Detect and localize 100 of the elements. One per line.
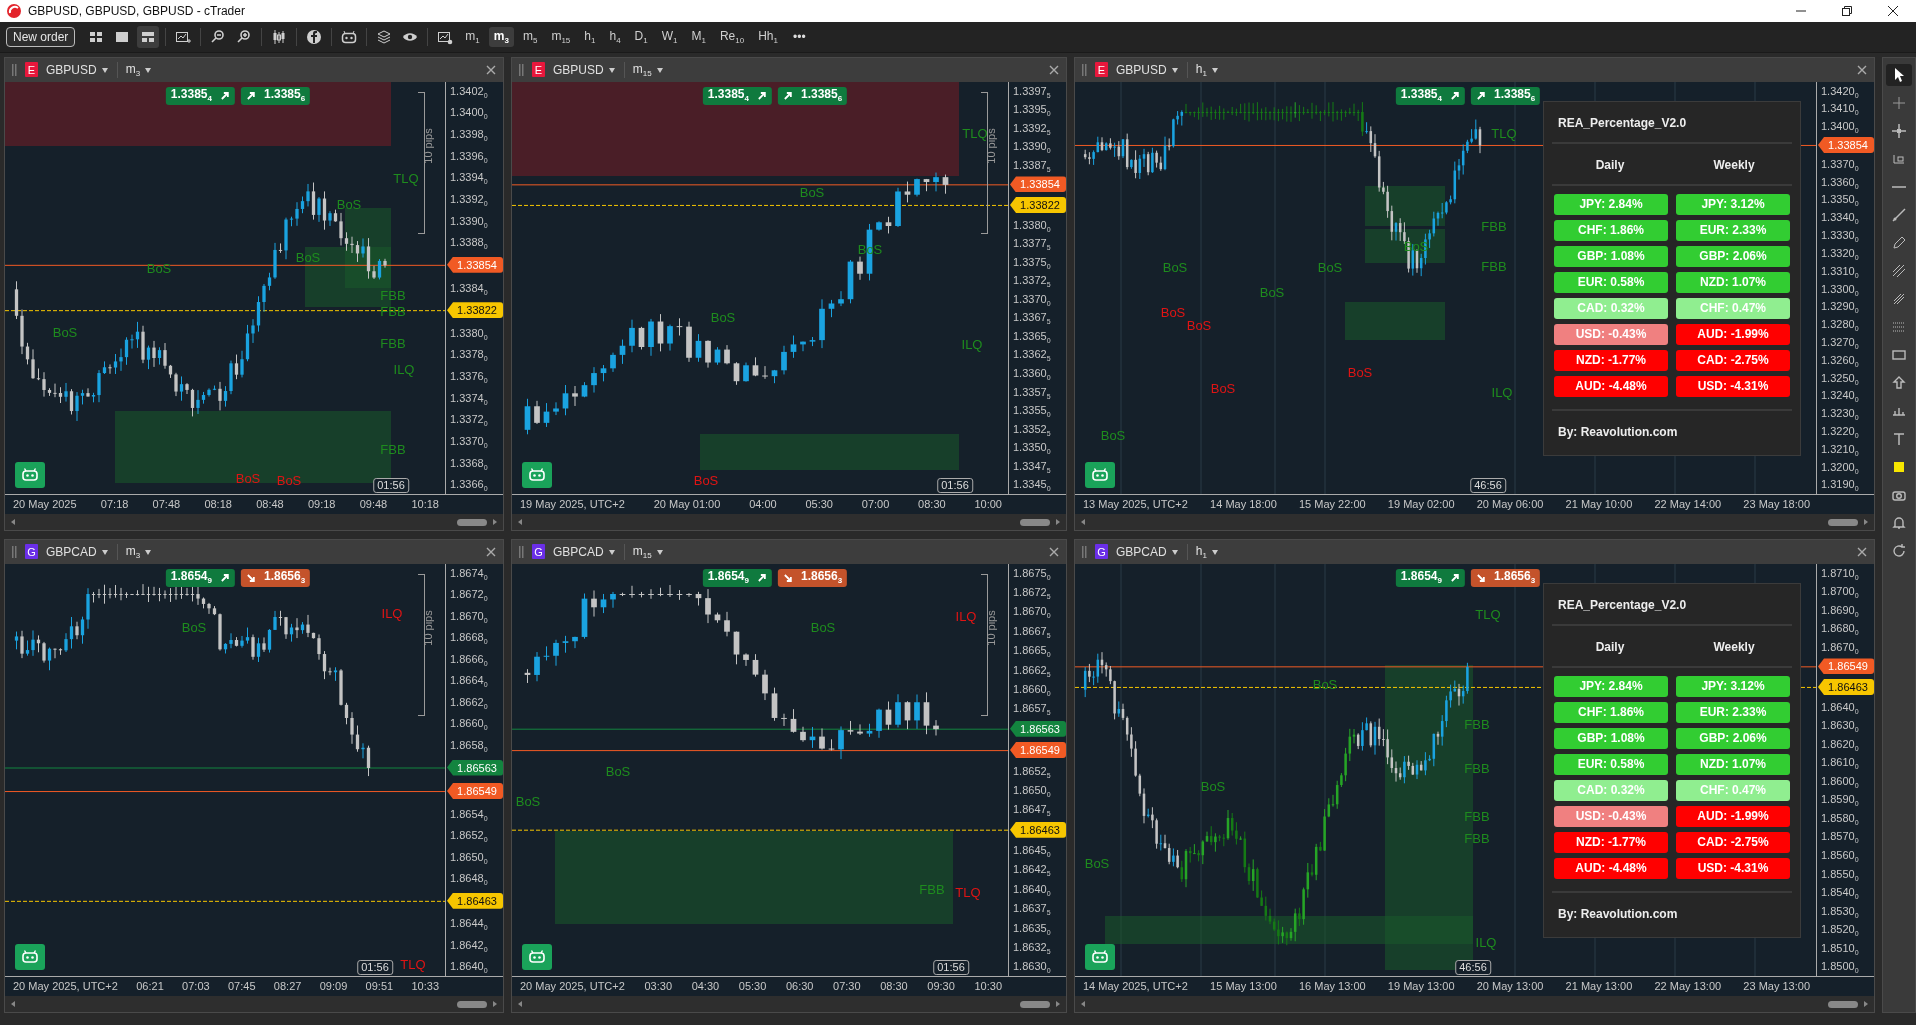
- axis-tick-label: 1.3360$_{0}$: [1820, 174, 1860, 189]
- timeframe-label[interactable]: m$_{15}$: [632, 543, 652, 560]
- annotation-label: BoS: [295, 249, 321, 265]
- timeframe-button[interactable]: m$_{5}$: [517, 26, 543, 48]
- timeframe-button[interactable]: m$_{3}$: [488, 26, 514, 48]
- panel-title: REA_Percentage_V2.0: [1552, 101, 1792, 144]
- axis-tick-label: 1.3400$_{0}$: [1820, 119, 1860, 134]
- axis-tick-label: 1.3368$_{0}$: [449, 455, 489, 470]
- sell-price-button[interactable]: 1.8654$_{9}$: [165, 568, 235, 587]
- axis-tick-label: 07:03: [182, 980, 210, 993]
- axis-tick-label: 05:30: [805, 498, 833, 511]
- timeframe-button[interactable]: D$_{1}$: [629, 26, 653, 48]
- percentage-cell: AUD: -4.48%: [1554, 375, 1668, 397]
- percentage-cell: NZD: -1.77%: [1554, 831, 1668, 853]
- axis-tick-label: 06:21: [136, 980, 164, 993]
- symbol-badge: E: [1095, 62, 1108, 78]
- axis-tick-label: 1.3347$_{5}$: [1012, 458, 1052, 473]
- axis-tick-label: 1.3370$_{0}$: [449, 434, 489, 449]
- timeframe-button[interactable]: m$_{15}$: [546, 26, 576, 48]
- price-tag: 1.86463: [1010, 821, 1066, 838]
- timeframe-label[interactable]: m$_{15}$: [632, 61, 652, 78]
- axis-tick-label: 1.3250$_{0}$: [1820, 370, 1860, 385]
- column-header: Weekly: [1712, 156, 1756, 174]
- symbol-name[interactable]: GBPCAD: [46, 544, 97, 559]
- candle-timer: 01:56: [933, 959, 969, 975]
- axis-tick-label: 1.8665$_{0}$: [1012, 643, 1052, 658]
- symbol-name[interactable]: GBPCAD: [553, 544, 604, 559]
- axis-tick-label: 08:27: [273, 980, 302, 993]
- axis-tick-label: 1.3367$_{5}$: [1012, 310, 1052, 325]
- axis-tick-label: 1.3395$_{0}$: [1012, 102, 1052, 117]
- symbol-name[interactable]: GBPUSD: [1116, 62, 1167, 77]
- timeframe-button[interactable]: W$_{1}$: [656, 26, 683, 48]
- axis-tick-label: 1.8550$_{0}$: [1820, 866, 1860, 881]
- percentage-cell: AUD: -4.48%: [1554, 857, 1668, 879]
- axis-tick-label: 1.3280$_{0}$: [1820, 317, 1860, 332]
- axis-tick-label: 1.3390$_{0}$: [1012, 139, 1052, 154]
- axis-tick-label: 1.3400$_{0}$: [449, 105, 489, 120]
- buy-price-button[interactable]: 1.8656$_{3}$: [241, 568, 311, 587]
- symbol-name[interactable]: GBPUSD: [46, 62, 97, 77]
- timeframe-button[interactable]: h$_{4}$: [604, 26, 626, 48]
- annotation-label: BoS: [1347, 364, 1373, 380]
- axis-tick-label: 1.3398$_{0}$: [449, 126, 489, 141]
- axis-tick-label: 08:18: [204, 498, 232, 511]
- axis-tick-label: 1.8710$_{0}$: [1820, 565, 1860, 580]
- percentage-cell: CAD: 0.32%: [1554, 779, 1668, 801]
- axis-tick-label: 1.8648$_{0}$: [449, 871, 489, 886]
- axis-tick-label: 1.8650$_{0}$: [1012, 782, 1052, 797]
- axis-tick-label: 1.3420$_{0}$: [1820, 83, 1860, 98]
- percentage-cell: USD: -4.31%: [1676, 375, 1790, 397]
- sell-price-button[interactable]: 1.3385$_{4}$: [1395, 86, 1465, 105]
- buy-price-button[interactable]: 1.8656$_{3}$: [778, 568, 848, 587]
- sell-price-button[interactable]: 1.8654$_{9}$: [702, 568, 772, 587]
- buy-price-button[interactable]: 1.8656$_{3}$: [1471, 568, 1541, 587]
- buy-price-button[interactable]: 1.3385$_{6}$: [1471, 86, 1541, 105]
- panel-footer: By: Reavolution.com: [1552, 892, 1792, 937]
- axis-tick-label: 1.3340$_{0}$: [1820, 210, 1860, 225]
- percentage-cell: JPY: 2.84%: [1554, 675, 1668, 697]
- timeframe-label[interactable]: m$_{3}$: [125, 61, 141, 78]
- axis-tick-label: 1.8680$_{0}$: [1820, 621, 1860, 636]
- timeframe-button[interactable]: Hh$_{1}$: [753, 26, 783, 48]
- axis-tick-label: 1.8520$_{0}$: [1820, 922, 1860, 937]
- percentage-cell: EUR: 0.58%: [1554, 271, 1668, 293]
- timeframe-button[interactable]: m$_{1}$: [460, 26, 485, 48]
- axis-tick-label: 1.3350$_{0}$: [1820, 192, 1860, 207]
- symbol-name[interactable]: GBPUSD: [553, 62, 604, 77]
- axis-tick-label: 14 May 2025, UTC+2: [1083, 980, 1188, 993]
- column-header: Daily: [1594, 156, 1626, 174]
- axis-tick-label: 1.8657$_{5}$: [1012, 701, 1052, 716]
- timeframe-button[interactable]: Re$_{10}$: [714, 26, 750, 48]
- axis-tick-label: 1.3387$_{5}$: [1012, 157, 1052, 172]
- annotation-label: ILQ: [955, 608, 977, 624]
- more-button[interactable]: •••: [793, 30, 806, 44]
- axis-tick-label: 1.8540$_{0}$: [1820, 885, 1860, 900]
- annotation-label: TLQ: [1491, 125, 1517, 141]
- axis-tick-label: 1.3388$_{0}$: [449, 235, 489, 250]
- timeframe-label[interactable]: h$_{1}$: [1195, 61, 1207, 78]
- axis-tick-label: 19 May 13:00: [1387, 980, 1455, 993]
- axis-tick-label: 1.8690$_{0}$: [1820, 602, 1860, 617]
- percentage-cell: EUR: 2.33%: [1676, 219, 1790, 241]
- annotation-label: BoS: [181, 619, 207, 635]
- axis-tick-label: 04:00: [749, 498, 777, 511]
- timeframe-label[interactable]: m$_{3}$: [125, 543, 141, 560]
- new-order-button[interactable]: New order: [6, 27, 76, 47]
- percentage-cell: AUD: -1.99%: [1676, 805, 1790, 827]
- symbol-name[interactable]: GBPCAD: [1116, 544, 1167, 559]
- sell-price-button[interactable]: 1.8654$_{9}$: [1395, 568, 1465, 587]
- timeframe-button[interactable]: M$_{1}$: [686, 26, 711, 48]
- axis-tick-label: 1.8666$_{0}$: [449, 651, 489, 666]
- annotation-label: FBB: [380, 287, 406, 303]
- timeframe-button[interactable]: h$_{1}$: [579, 26, 601, 48]
- axis-tick-label: 1.8670$_{0}$: [1012, 604, 1052, 619]
- axis-tick-label: 23 May 13:00: [1743, 980, 1810, 993]
- price-tag: 1.86463: [1818, 678, 1874, 695]
- timeframe-label[interactable]: h$_{1}$: [1195, 543, 1207, 560]
- axis-tick-label: 06:30: [785, 980, 814, 993]
- axis-tick-label: 1.8664$_{0}$: [449, 673, 489, 688]
- percentage-cell: GBP: 1.08%: [1554, 245, 1668, 267]
- percentage-cell: AUD: -1.99%: [1676, 323, 1790, 345]
- axis-tick-label: 1.8580$_{0}$: [1820, 810, 1860, 825]
- axis-tick-label: 1.3378$_{0}$: [449, 347, 489, 362]
